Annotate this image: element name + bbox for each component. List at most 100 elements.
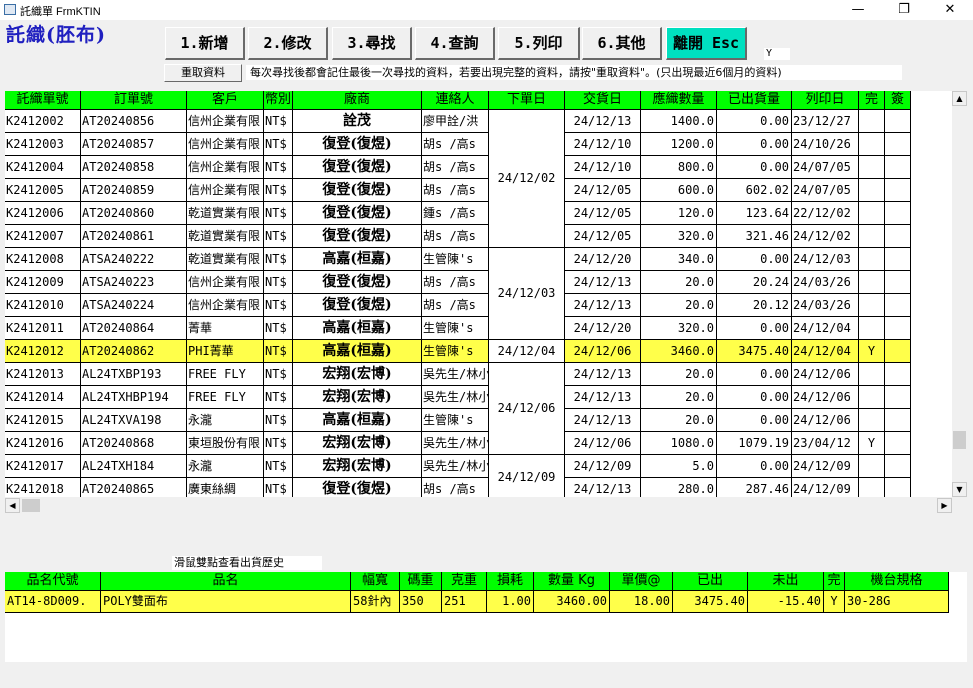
cell-currency: NT$ <box>264 386 293 409</box>
add-button[interactable]: 1.新增 <box>165 27 245 60</box>
detail-col-header[interactable]: 數量 Kg <box>534 572 610 591</box>
cell-printed: 24/07/05 <box>792 179 859 202</box>
cell-customer: 永瀧 <box>187 455 264 478</box>
table-row[interactable]: K2412011 AT20240864 菁華 NT$ 高嘉(桓嘉) 生管陳's 24/12/… <box>5 317 952 340</box>
cell-sign <box>885 363 911 386</box>
grid-col-header[interactable]: 應織數量 <box>641 91 717 110</box>
cell-delivery: 24/12/05 <box>565 225 641 248</box>
table-row[interactable]: K2412009 ATSA240223 信州企業有限 NT$ 復登(復煜) 胡s /高s 2… <box>5 271 952 294</box>
table-row[interactable]: K2412015 AL24TXVA198 永瀧 NT$ 高嘉(桓嘉) 生管陳's 24/12… <box>5 409 952 432</box>
cell-qty: 20.0 <box>641 386 717 409</box>
cell-order: ATSA240223 <box>81 271 187 294</box>
cell-contact: 吳先生/林小 <box>422 363 489 386</box>
table-row[interactable]: K2412014 AL24TXHBP194 FREE FLY NT$ 宏翔(宏博) 吳先生… <box>5 386 952 409</box>
exit-button[interactable]: 離開 Esc <box>666 27 747 60</box>
table-row[interactable]: K2412004 AT20240858 信州企業有限 NT$ 復登(復煜) 胡s /高s 2… <box>5 156 952 179</box>
table-row[interactable]: K2412007 AT20240861 乾道實業有限 NT$ 復登(復煜) 胡s /高s 2… <box>5 225 952 248</box>
cell-done <box>859 110 885 133</box>
cell-customer: PHI菁華 <box>187 340 264 363</box>
vertical-scroll-thumb[interactable] <box>953 431 966 449</box>
cell-sign <box>885 110 911 133</box>
cell-delivery: 24/12/09 <box>565 455 641 478</box>
cell-qty: 1200.0 <box>641 133 717 156</box>
scroll-right-arrow-icon[interactable]: ▶ <box>937 498 952 513</box>
scroll-left-arrow-icon[interactable]: ◀ <box>5 498 20 513</box>
reload-data-button[interactable]: 重取資料 <box>164 64 242 82</box>
detail-grid[interactable]: 品名代號 品名 幅寬 碼重 克重 損耗 數量 Kg 單價@ 已出 未出完機台規格 AT14-8D0… <box>5 572 967 662</box>
detail-col-header[interactable]: 品名代號 <box>5 572 101 591</box>
cell-factory: 復登(復煜) <box>293 133 422 156</box>
detail-col-header[interactable]: 幅寬 <box>351 572 400 591</box>
cell-delivery: 24/12/13 <box>565 363 641 386</box>
table-row[interactable]: K2412003 AT20240857 信州企業有限 NT$ 復登(復煜) 胡s /高s 2… <box>5 133 952 156</box>
table-row[interactable]: K2412017 AL24TXH184 永瀧 NT$ 宏翔(宏博) 吳先生/林小 24/12… <box>5 455 952 478</box>
detail-col-header[interactable]: 完 <box>824 572 845 591</box>
grid-col-header[interactable]: 已出貨量 <box>717 91 792 110</box>
grid-col-header[interactable]: 下單日 <box>489 91 565 110</box>
edit-button[interactable]: 2.修改 <box>248 27 328 60</box>
cell-factory: 高嘉(桓嘉) <box>293 340 422 363</box>
detail-col-header[interactable]: 克重 <box>442 572 487 591</box>
cell-customer: 乾道實業有限 <box>187 225 264 248</box>
cell-contact: 胡s /高s <box>422 271 489 294</box>
table-row[interactable]: K2412010 ATSA240224 信州企業有限 NT$ 復登(復煜) 胡s /高s 2… <box>5 294 952 317</box>
cell-currency: NT$ <box>264 363 293 386</box>
detail-col-header[interactable]: 損耗 <box>487 572 534 591</box>
cell-customer: 東垣股份有限 <box>187 432 264 455</box>
cell-delivery: 24/12/20 <box>565 317 641 340</box>
grid-vertical-scrollbar[interactable]: ▲ ▼ <box>952 91 967 497</box>
detail-row[interactable]: AT14-8D009. POLY雙面布 58針內 350 251 1.00 3460.00 1… <box>5 591 967 613</box>
detail-cell-gram_weight: 251 <box>442 591 487 613</box>
grid-col-header[interactable]: 廠商 <box>293 91 422 110</box>
table-row[interactable]: K2412012 AT20240862 PHI菁華 NT$ 高嘉(桓嘉) 生管陳's 24/… <box>5 340 952 363</box>
cell-qty: 1400.0 <box>641 110 717 133</box>
detail-col-header[interactable]: 碼重 <box>400 572 442 591</box>
detail-col-header[interactable]: 已出 <box>673 572 748 591</box>
cell-done <box>859 409 885 432</box>
grid-col-header[interactable]: 託織單號 <box>5 91 81 110</box>
cell-printed: 24/12/09 <box>792 478 859 497</box>
cell-factory: 宏翔(宏博) <box>293 363 422 386</box>
cell-order: AL24TXBP193 <box>81 363 187 386</box>
cell-done <box>859 202 885 225</box>
grid-horizontal-scrollbar[interactable]: ◀ ▶ <box>5 497 967 514</box>
grid-col-header[interactable]: 完 <box>859 91 885 110</box>
cell-done <box>859 386 885 409</box>
table-row[interactable]: K2412006 AT20240860 乾道實業有限 NT$ 復登(復煜) 鍾s /高s 2… <box>5 202 952 225</box>
cell-shipped: 0.00 <box>717 248 792 271</box>
table-row[interactable]: K2412005 AT20240859 信州企業有限 NT$ 復登(復煜) 胡s /高s 2… <box>5 179 952 202</box>
grid-col-header[interactable]: 幣別 <box>264 91 293 110</box>
scroll-up-arrow-icon[interactable]: ▲ <box>952 91 967 106</box>
table-row[interactable]: K2412002 AT20240856 信州企業有限 NT$ 詮茂 廖甲詮/洪 24/12/… <box>5 110 952 133</box>
grid-col-header[interactable]: 簽 <box>885 91 911 110</box>
order-grid[interactable]: 託織單號 訂單號 客戶 幣別 廠商 連絡人 下單日 交貨日 應織數量 已出貨量 列印日完簽 K241… <box>5 91 952 497</box>
print-button[interactable]: 5.列印 <box>498 27 580 60</box>
query-button[interactable]: 4.查詢 <box>415 27 495 60</box>
table-row[interactable]: K2412016 AT20240868 東垣股份有限 NT$ 宏翔(宏博) 吳先生/林小 2… <box>5 432 952 455</box>
other-button[interactable]: 6.其他 <box>582 27 662 60</box>
detail-col-header[interactable]: 單價@ <box>610 572 673 591</box>
grid-col-header[interactable]: 訂單號 <box>81 91 187 110</box>
order-date-cell: 24/12/03 <box>489 248 565 340</box>
detail-col-header[interactable]: 機台規格 <box>845 572 949 591</box>
cell-no: K2412014 <box>5 386 81 409</box>
scroll-down-arrow-icon[interactable]: ▼ <box>952 482 967 497</box>
table-row[interactable]: K2412013 AL24TXBP193 FREE FLY NT$ 宏翔(宏博) 吳先生/… <box>5 363 952 386</box>
cell-done <box>859 248 885 271</box>
table-row[interactable]: K2412008 ATSA240222 乾道實業有限 NT$ 高嘉(桓嘉) 生管陳's 24… <box>5 248 952 271</box>
find-button[interactable]: 3.尋找 <box>332 27 412 60</box>
restore-button[interactable]: ❐ <box>881 0 927 20</box>
horizontal-scroll-thumb[interactable] <box>22 499 40 512</box>
cell-sign <box>885 156 911 179</box>
grid-col-header[interactable]: 客戶 <box>187 91 264 110</box>
cell-order: AL24TXHBP194 <box>81 386 187 409</box>
cell-order: AT20240861 <box>81 225 187 248</box>
table-row[interactable]: K2412018 AT20240865 廣東絲綢 NT$ 復登(復煜) 胡s /高s 24/… <box>5 478 952 497</box>
grid-col-header[interactable]: 列印日 <box>792 91 859 110</box>
grid-col-header[interactable]: 交貨日 <box>565 91 641 110</box>
close-button[interactable]: ✕ <box>927 0 973 20</box>
detail-col-header[interactable]: 未出 <box>748 572 824 591</box>
detail-col-header[interactable]: 品名 <box>101 572 351 591</box>
grid-col-header[interactable]: 連絡人 <box>422 91 489 110</box>
minimize-button[interactable]: — <box>835 0 881 20</box>
